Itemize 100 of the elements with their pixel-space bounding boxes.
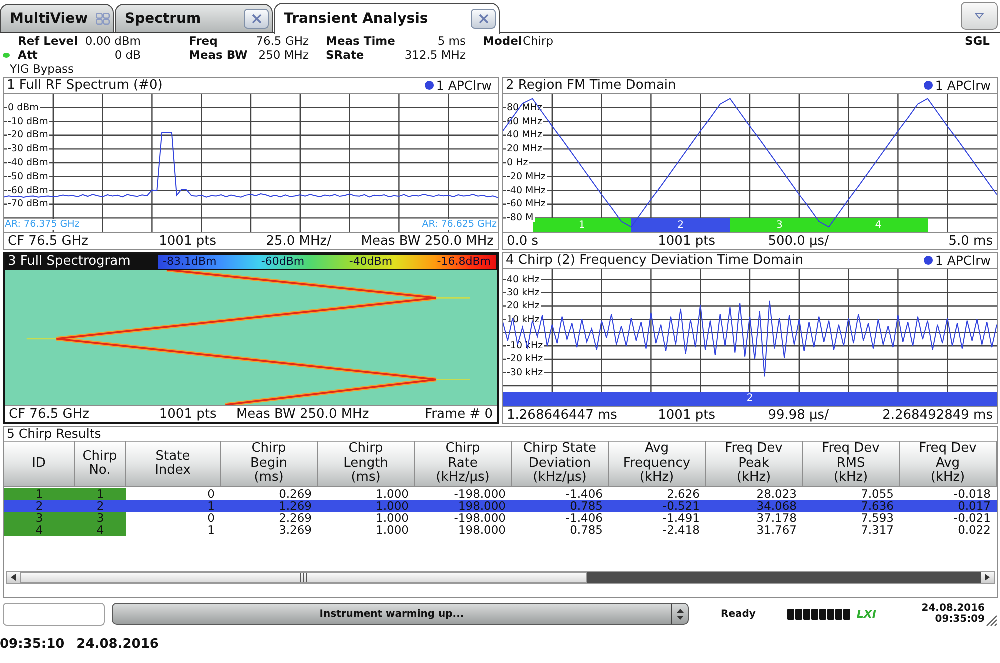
footer-label: CF 76.5 GHz <box>8 234 88 249</box>
table-cell-text: 1.269 <box>278 500 313 512</box>
footer-label: 1001 pts <box>658 234 716 249</box>
region-bar: 3 <box>730 218 830 232</box>
table-cell-text: -198.000 <box>453 512 507 524</box>
tab[interactable]: Transient Analysis <box>274 2 500 34</box>
table-cell-text: 0.785 <box>569 524 604 536</box>
window-title: 2 Region FM Time Domain <box>506 78 676 94</box>
footer-label: 2.268492849 ms <box>882 408 993 423</box>
table-cell-text: 2 <box>96 500 106 512</box>
dropdown-button[interactable] <box>961 2 998 30</box>
table-cell-text: 1.000 <box>375 524 410 536</box>
footer-label: 1001 pts <box>658 408 716 423</box>
scroll-left-button[interactable] <box>7 572 20 583</box>
axis-label: 0 dBm <box>7 103 40 112</box>
axis-label: 0 Hz <box>506 158 530 168</box>
column-header: Chirp Length (ms) <box>318 441 415 487</box>
table-cell-text: 2 <box>34 500 44 512</box>
table-row[interactable]: 3 3 0 2.269 1.000 -198.000 -1.406 -1.491 37.178 7.593 -0.021 <box>4 512 997 524</box>
column-header: Chirp Rate (kHz/µs) <box>415 441 512 487</box>
table-cell: 4 <box>4 524 75 536</box>
axis-label: 40 MHz <box>506 130 544 140</box>
window-title: 1 Full RF Spectrum (#0) <box>7 78 163 94</box>
caret-icon <box>975 13 984 19</box>
table-cell: 1 <box>75 488 126 500</box>
axis-label: 20 MHz <box>506 144 544 154</box>
scrollbar-thumb[interactable] <box>20 572 587 583</box>
setting-label: Freq <box>189 34 218 48</box>
footer-label: Meas BW 250.0 MHz <box>236 407 370 422</box>
table-cell-text: 1.000 <box>375 500 410 512</box>
window-title: 5 Chirp Results <box>7 426 102 441</box>
footer-label: Meas BW 250.0 MHz <box>361 234 494 249</box>
setting-label: Att <box>18 48 38 62</box>
setting-label: Model <box>483 34 522 48</box>
lxi-logo: LXI <box>856 608 877 620</box>
table-cell-text: 1 <box>206 524 216 536</box>
axis-label: -10 dBm <box>7 117 50 126</box>
setting-value: Chirp <box>523 34 554 48</box>
timestamp-time: 09:35:10 <box>0 637 65 653</box>
table-cell-text: 0.269 <box>278 488 313 500</box>
setting-value: 312.5 MHz <box>404 48 466 62</box>
setting-value: 5 ms <box>438 34 466 48</box>
table-cell-text: -0.018 <box>952 488 992 500</box>
column-header: State Index <box>126 441 221 487</box>
close-button[interactable] <box>471 8 496 28</box>
grid-icon <box>96 12 110 24</box>
setting-label: SRate <box>326 48 364 62</box>
column-header: Chirp No. <box>75 441 126 487</box>
scroll-right-button[interactable] <box>981 572 994 583</box>
sweep-mode-label: SGL <box>964 34 990 48</box>
grip-icon <box>300 573 307 582</box>
time-text: 09:35:09 <box>935 614 985 625</box>
region-bar: 2 <box>503 392 997 406</box>
resize-grip-icon[interactable] <box>985 614 998 627</box>
setting-label: Meas BW <box>189 48 248 62</box>
axis-label: -80 M <box>506 214 535 223</box>
axis-label: -50 dBm <box>7 172 50 182</box>
axis-label: -20 kHz <box>506 354 544 364</box>
table-cell-text: 7.317 <box>860 524 895 536</box>
table-cell-text: 7.593 <box>860 512 895 524</box>
footer-label: 1001 pts <box>159 234 216 249</box>
date-text: 24.08.2016 <box>922 603 985 614</box>
table-cell-text: 1.000 <box>375 488 410 500</box>
table-cell-text: 1 <box>206 500 216 512</box>
close-button[interactable] <box>244 8 270 28</box>
table-row[interactable]: 4 4 1 3.269 1.000 198.000 0.785 -2.418 31.767 7.317 0.022 <box>4 524 997 536</box>
right-arrow-icon <box>985 574 990 581</box>
axis-label: 30 kHz <box>506 288 541 298</box>
table-cell-text: 34.068 <box>756 500 798 512</box>
setting-value: 0.00 dBm <box>85 34 141 48</box>
table-cell-text: 0 <box>206 512 216 524</box>
axis-label: 20 kHz <box>506 302 541 311</box>
table-row[interactable]: 1 1 0 0.269 1.000 -198.000 -1.406 2.626 28.023 7.055 -0.018 <box>4 488 997 500</box>
table-cell: 1 <box>4 488 75 500</box>
status-text: Ready <box>721 608 756 620</box>
region-bar: 2 <box>631 218 730 232</box>
axis-label: -40 MHz <box>506 186 547 196</box>
table-cell-text: -0.021 <box>952 512 992 524</box>
horizontal-scrollbar[interactable] <box>6 571 995 584</box>
table-cell-text: 0.785 <box>569 500 604 512</box>
scale-label: -40dBm <box>349 254 393 268</box>
footer-label: CF 76.5 GHz <box>9 407 90 422</box>
column-header: Chirp Begin (ms) <box>221 441 318 487</box>
footer-label: 1001 pts <box>159 407 217 422</box>
table-cell-text: 0 <box>206 488 216 500</box>
close-icon <box>478 14 489 24</box>
trace-label: 1 APClrw <box>935 253 991 268</box>
column-header: Avg Frequency (kHz) <box>609 441 706 487</box>
footer-label: Frame # 0 <box>425 407 493 422</box>
message-dropdown[interactable]: Instrument warming up... <box>112 603 689 625</box>
trace-label: 1 APClrw <box>935 78 991 94</box>
column-header: Freq Dev RMS (kHz) <box>803 441 900 487</box>
setting-value: 76.5 GHz <box>256 34 309 48</box>
footer-label: 0.0 s <box>507 234 539 249</box>
tab[interactable]: Spectrum <box>115 4 274 32</box>
range-label: AR: 76.375 GHz <box>4 219 81 230</box>
table-cell-text: -1.406 <box>564 488 604 500</box>
column-header: Freq Dev Peak (kHz) <box>706 441 803 487</box>
tab[interactable]: MultiView <box>0 4 114 32</box>
table-cell-text: -1.406 <box>564 512 604 524</box>
